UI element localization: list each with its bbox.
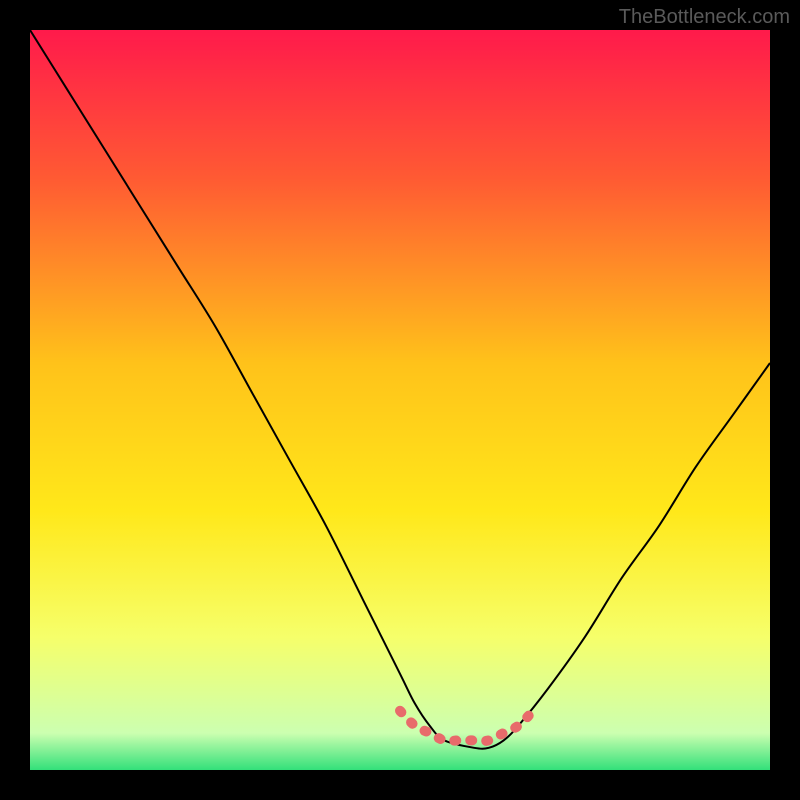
watermark-text: TheBottleneck.com xyxy=(619,6,790,29)
gradient-background xyxy=(30,30,770,770)
bottleneck-chart xyxy=(30,30,770,770)
chart-container xyxy=(30,30,770,770)
